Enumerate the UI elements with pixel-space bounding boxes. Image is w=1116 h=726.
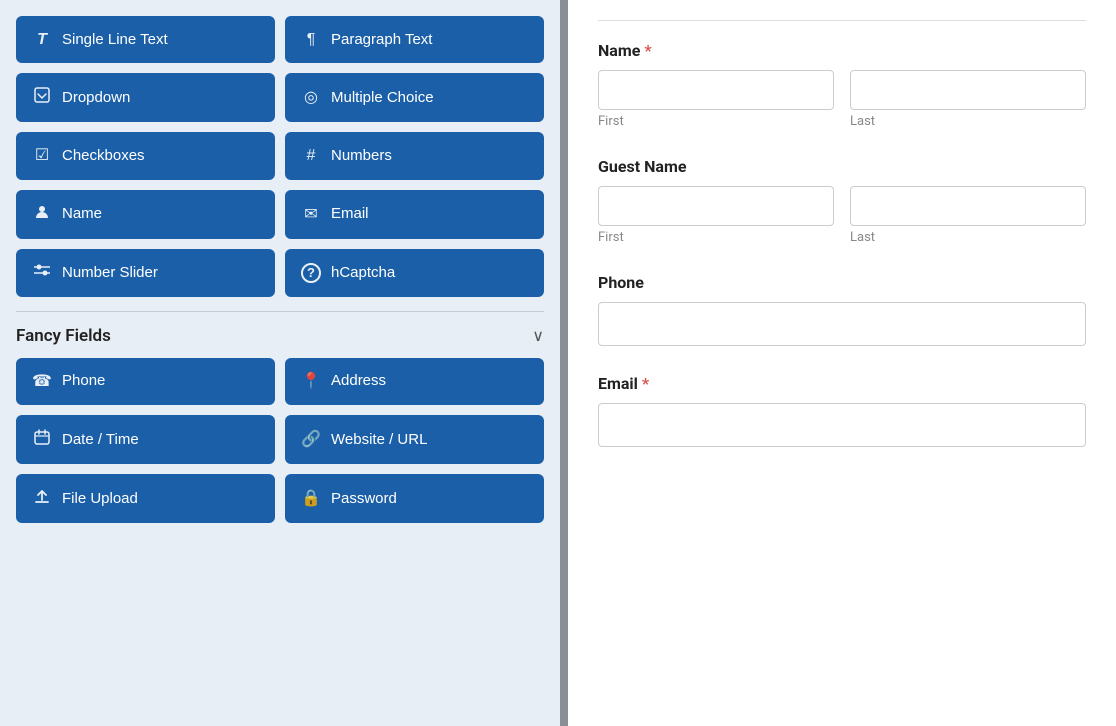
password-label: Password (331, 490, 397, 508)
website-url-button[interactable]: 🔗 Website / URL (285, 415, 544, 464)
right-panel: Name * First Last Guest Name First (568, 0, 1116, 726)
numbers-button[interactable]: # Numbers (285, 132, 544, 179)
address-icon: 📍 (301, 372, 321, 391)
phone-input[interactable] (598, 302, 1086, 346)
numbers-icon: # (301, 146, 321, 165)
email-input[interactable] (598, 403, 1086, 447)
name-icon (32, 204, 52, 225)
checkboxes-label: Checkboxes (62, 147, 145, 165)
number-slider-icon (32, 263, 52, 282)
top-rule (598, 20, 1086, 21)
paragraph-text-icon: ¶ (301, 30, 321, 49)
name-label: Name (62, 205, 102, 223)
left-panel: T Single Line Text ¶ Paragraph Text Drop… (0, 0, 560, 726)
file-upload-label: File Upload (62, 490, 138, 508)
guest-name-first-input[interactable] (598, 186, 834, 226)
fancy-fields-title: Fancy Fields (16, 326, 111, 346)
email-form-section: Email * (598, 374, 1086, 447)
number-slider-label: Number Slider (62, 264, 158, 282)
name-form-section: Name * First Last (598, 41, 1086, 129)
file-upload-button[interactable]: File Upload (16, 474, 275, 523)
guest-name-form-label: Guest Name (598, 157, 1086, 176)
email-button[interactable]: ✉ Email (285, 190, 544, 239)
single-line-text-label: Single Line Text (62, 31, 168, 49)
number-slider-button[interactable]: Number Slider (16, 249, 275, 297)
link-icon: 🔗 (301, 430, 321, 449)
checkboxes-icon: ☑ (32, 146, 52, 165)
date-time-button[interactable]: Date / Time (16, 415, 275, 464)
multiple-choice-label: Multiple Choice (331, 89, 434, 107)
section-divider (16, 311, 544, 312)
name-last-sublabel: Last (850, 114, 1086, 129)
multiple-choice-button[interactable]: ◎ Multiple Choice (285, 73, 544, 122)
password-button[interactable]: 🔒 Password (285, 474, 544, 523)
website-url-label: Website / URL (331, 431, 427, 449)
name-button[interactable]: Name (16, 190, 275, 239)
dropdown-icon (32, 87, 52, 108)
email-label: Email (331, 205, 369, 223)
name-input-row: First Last (598, 70, 1086, 129)
upload-icon (32, 488, 52, 509)
single-line-text-icon: T (32, 30, 52, 49)
guest-name-last-input[interactable] (850, 186, 1086, 226)
lock-icon: 🔒 (301, 489, 321, 508)
guest-name-last-field: Last (850, 186, 1086, 245)
fancy-fields-header: Fancy Fields ∨ (16, 326, 544, 346)
basic-fields-grid: T Single Line Text ¶ Paragraph Text Drop… (16, 16, 544, 297)
date-time-label: Date / Time (62, 431, 139, 449)
guest-name-form-section: Guest Name First Last (598, 157, 1086, 245)
hcaptcha-button[interactable]: ? hCaptcha (285, 249, 544, 297)
phone-icon: ☎ (32, 372, 52, 391)
dropdown-button[interactable]: Dropdown (16, 73, 275, 122)
name-form-label: Name * (598, 41, 1086, 60)
email-form-label: Email * (598, 374, 1086, 393)
name-last-input[interactable] (850, 70, 1086, 110)
name-last-field: Last (850, 70, 1086, 129)
numbers-label: Numbers (331, 147, 392, 165)
name-first-input[interactable] (598, 70, 834, 110)
phone-button[interactable]: ☎ Phone (16, 358, 275, 405)
chevron-down-icon[interactable]: ∨ (532, 326, 544, 345)
guest-name-first-sublabel: First (598, 230, 834, 245)
name-first-field: First (598, 70, 834, 129)
phone-form-label: Phone (598, 273, 1086, 292)
paragraph-text-label: Paragraph Text (331, 31, 432, 49)
guest-name-last-sublabel: Last (850, 230, 1086, 245)
guest-name-first-field: First (598, 186, 834, 245)
single-line-text-button[interactable]: T Single Line Text (16, 16, 275, 63)
fancy-fields-grid: ☎ Phone 📍 Address Date / Time 🔗 Website … (16, 358, 544, 524)
dropdown-label: Dropdown (62, 89, 130, 107)
name-required-star: * (644, 41, 651, 60)
checkboxes-button[interactable]: ☑ Checkboxes (16, 132, 275, 179)
address-button[interactable]: 📍 Address (285, 358, 544, 405)
name-first-sublabel: First (598, 114, 834, 129)
panel-divider (560, 0, 568, 726)
email-required-star: * (642, 374, 649, 393)
address-label: Address (331, 372, 386, 390)
guest-name-input-row: First Last (598, 186, 1086, 245)
paragraph-text-button[interactable]: ¶ Paragraph Text (285, 16, 544, 63)
hcaptcha-icon: ? (301, 263, 321, 283)
phone-form-section: Phone (598, 273, 1086, 346)
email-icon: ✉ (301, 205, 321, 224)
calendar-icon (32, 429, 52, 450)
phone-label: Phone (62, 372, 105, 390)
hcaptcha-label: hCaptcha (331, 264, 395, 282)
multiple-choice-icon: ◎ (301, 88, 321, 107)
